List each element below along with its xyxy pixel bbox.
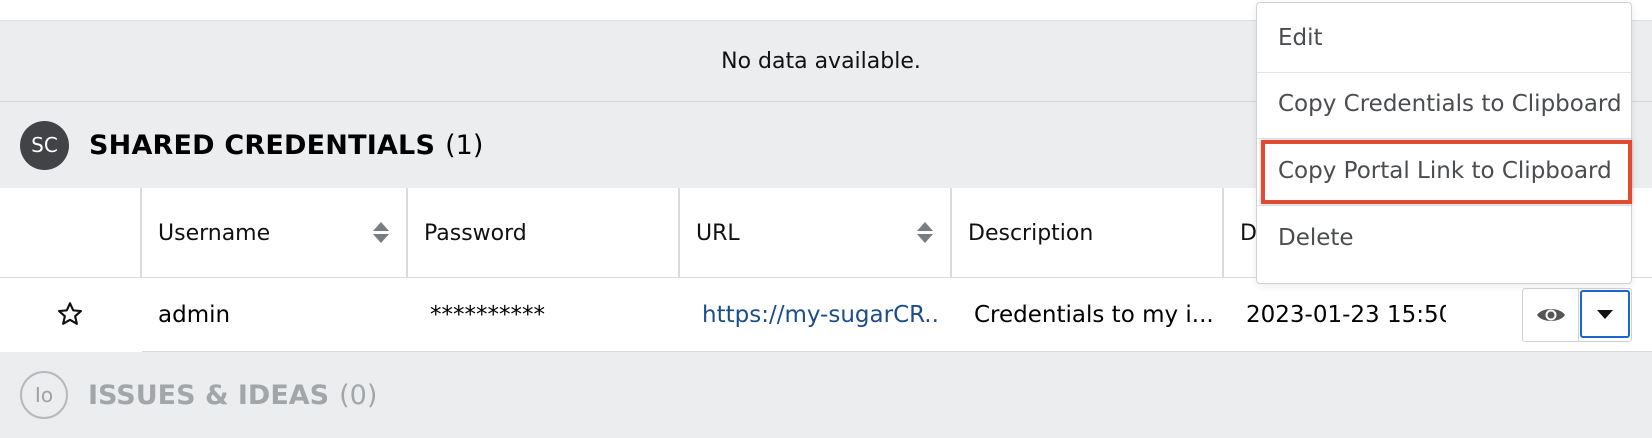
star-outline-icon[interactable] [56,300,84,328]
panel-avatar: Io [20,371,68,419]
sort-icon[interactable] [916,222,934,244]
panel-title: ISSUES & IDEAS [88,379,330,411]
cell-password: ********** [430,302,545,328]
cell-date: 2023-01-23 15:50 [1246,302,1446,328]
menu-item-edit[interactable]: Edit [1257,3,1631,73]
column-header-username[interactable]: Username [140,188,406,278]
row-action-group [1522,288,1632,342]
column-header-url[interactable]: URL [678,188,950,278]
cell-username: admin [158,302,231,328]
panel-count: (0) [339,379,378,411]
actions-dropdown-button[interactable] [1580,290,1630,338]
sort-icon[interactable] [372,222,390,244]
column-header-description: Description [950,188,1222,278]
table-row[interactable]: admin ********** https://my-sugarCR... C… [0,278,1652,352]
panel-count: (1) [445,129,484,161]
empty-state-text: No data available. [721,48,921,74]
cell-url-link[interactable]: https://my-sugarCR... [702,278,940,352]
panel-title: SHARED CREDENTIALS [89,129,436,161]
eye-icon [1536,309,1565,321]
menu-item-delete[interactable]: Delete [1257,203,1631,273]
preview-button[interactable] [1523,289,1580,341]
menu-item-copy-portal-link[interactable]: Copy Portal Link to Clipboard [1257,136,1631,206]
column-header-password: Password [406,188,678,278]
issues-ideas-panel-header[interactable]: Io ISSUES & IDEAS (0) [0,352,1652,438]
actions-dropdown-menu: Edit Copy Credentials to Clipboard Copy … [1256,2,1632,284]
panel-avatar: SC [20,120,69,170]
cell-description: Credentials to my i... [974,302,1212,328]
menu-item-copy-credentials[interactable]: Copy Credentials to Clipboard [1257,69,1631,139]
